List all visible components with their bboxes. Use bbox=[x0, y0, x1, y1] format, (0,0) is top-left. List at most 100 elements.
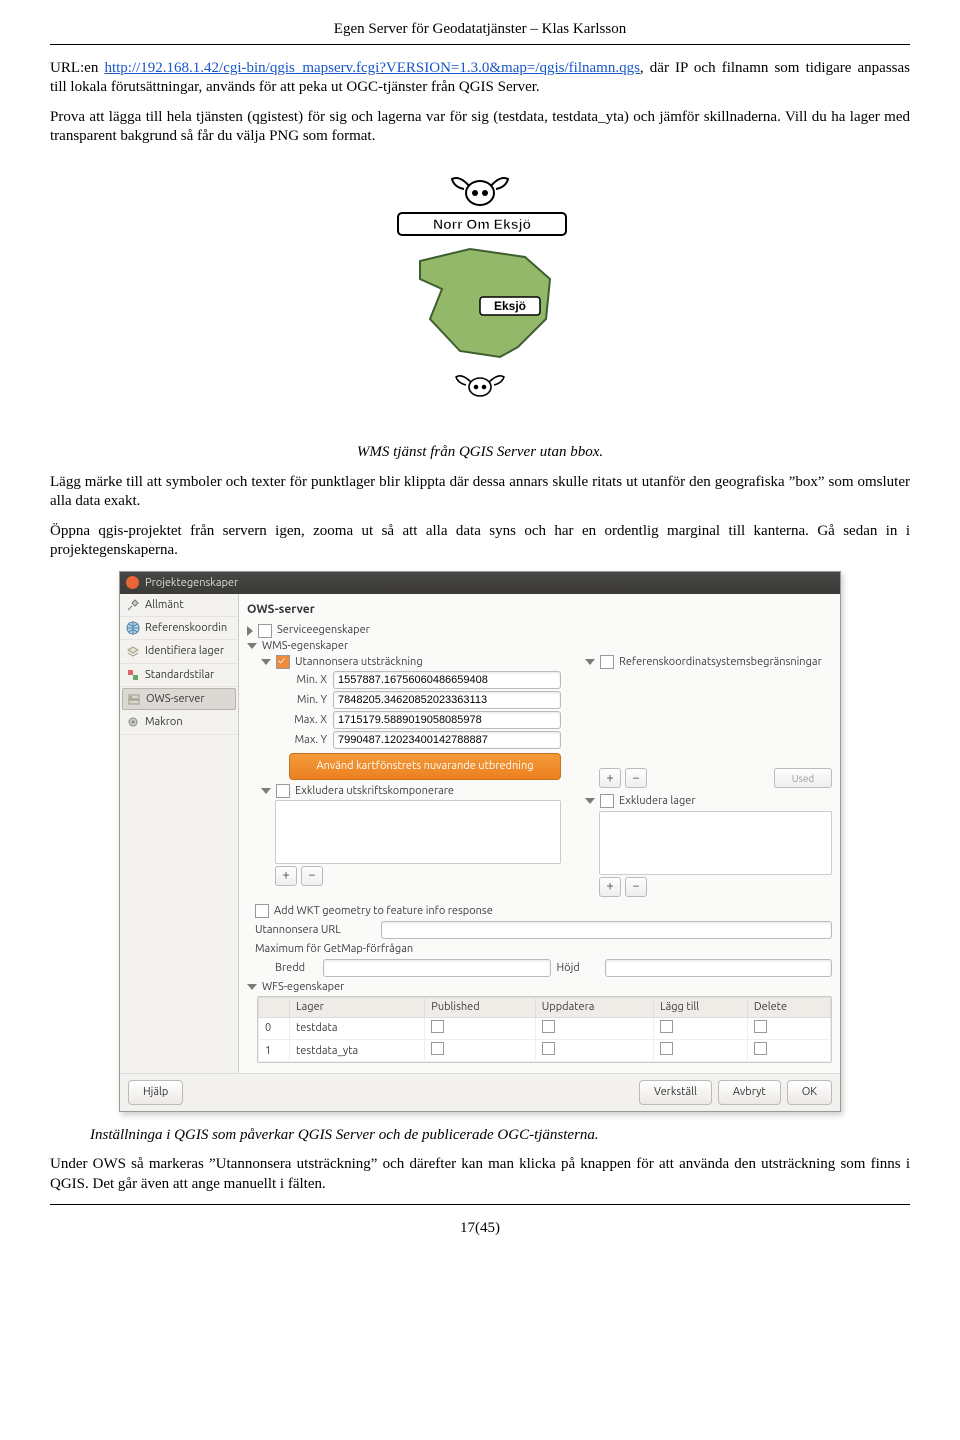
minx-input[interactable] bbox=[333, 671, 561, 689]
apply-button[interactable]: Verkställ bbox=[639, 1080, 712, 1104]
sidebar-item-macros[interactable]: Makron bbox=[120, 711, 238, 734]
sidebar-item-general[interactable]: Allmänt bbox=[120, 594, 238, 617]
exclude-layers-list[interactable] bbox=[599, 811, 832, 875]
used-button[interactable]: Used bbox=[774, 768, 832, 788]
sidebar-item-ows[interactable]: OWS-server bbox=[122, 688, 236, 710]
advertise-extent-row[interactable]: Utannonsera utsträckning bbox=[261, 655, 561, 669]
chevron-down-icon bbox=[585, 659, 595, 665]
checkbox[interactable] bbox=[255, 904, 269, 918]
paragraph-3: Lägg märke till att symboler och texter … bbox=[50, 473, 910, 512]
checkbox-checked[interactable] bbox=[276, 655, 290, 669]
maxx-input[interactable] bbox=[333, 711, 561, 729]
miny-row: Min. Y bbox=[289, 691, 561, 709]
url-link[interactable]: http://192.168.1.42/cgi-bin/qgis_mapserv… bbox=[104, 60, 639, 76]
wfs-col-idx bbox=[259, 998, 290, 1017]
wfs-props-row[interactable]: WFS-egenskaper bbox=[247, 980, 832, 994]
figure2-caption: Inställninga i QGIS som påverkar QGIS Se… bbox=[90, 1126, 910, 1146]
advertise-url-input[interactable] bbox=[381, 921, 832, 939]
sidebar-label: Makron bbox=[145, 715, 183, 729]
remove-button[interactable]: − bbox=[625, 768, 647, 788]
checkbox[interactable] bbox=[542, 1020, 555, 1033]
sidebar-label: Allmänt bbox=[145, 598, 184, 612]
page-number: 17(45) bbox=[50, 1219, 910, 1239]
svg-text:Eksjö: Eksjö bbox=[494, 299, 526, 313]
sidebar-item-crs[interactable]: Referenskoordin bbox=[120, 617, 238, 640]
checkbox[interactable] bbox=[754, 1042, 767, 1055]
height-label: Höjd bbox=[557, 961, 599, 975]
sidebar-item-styles[interactable]: Standardstilar bbox=[120, 664, 238, 687]
dialog-title-text: Projektegenskaper bbox=[145, 576, 238, 590]
wfs-header-row: Lager Published Uppdatera Lägg till Dele… bbox=[259, 998, 831, 1017]
table-row[interactable]: 1 testdata_yta bbox=[259, 1040, 831, 1062]
dialog-footer: Hjälp Verkställ Avbryt OK bbox=[120, 1073, 840, 1110]
checkbox[interactable] bbox=[600, 794, 614, 808]
ows-heading: OWS-server bbox=[247, 602, 832, 618]
dialog-main: OWS-server Serviceegenskaper WMS-egenska… bbox=[239, 594, 840, 1074]
footer-rule bbox=[50, 1204, 910, 1205]
exclude-composers-row[interactable]: Exkludera utskriftskomponerare bbox=[261, 784, 561, 798]
checkbox[interactable] bbox=[600, 655, 614, 669]
wms-props-label: WMS-egenskaper bbox=[262, 639, 348, 653]
wms-map-figure: Norr Om Eksjö Eksjö bbox=[50, 169, 910, 426]
row-layer-name: testdata bbox=[290, 1017, 425, 1039]
minx-label: Min. X bbox=[289, 673, 327, 687]
server-icon bbox=[127, 692, 141, 706]
table-row[interactable]: 0 testdata bbox=[259, 1017, 831, 1039]
close-icon[interactable] bbox=[126, 576, 139, 589]
width-label: Bredd bbox=[275, 961, 317, 975]
gear-icon bbox=[126, 715, 140, 729]
wfs-col-delete[interactable]: Delete bbox=[747, 998, 830, 1017]
exclude-composers-label: Exkludera utskriftskomponerare bbox=[295, 784, 454, 798]
advertise-url-row: Utannonsera URL bbox=[255, 921, 832, 939]
checkbox[interactable] bbox=[660, 1020, 673, 1033]
checkbox[interactable] bbox=[431, 1020, 444, 1033]
globe-icon bbox=[126, 621, 140, 635]
checkbox[interactable] bbox=[754, 1020, 767, 1033]
add-button[interactable]: + bbox=[599, 768, 621, 788]
checkbox[interactable] bbox=[258, 624, 272, 638]
remove-button[interactable]: − bbox=[301, 866, 323, 886]
wfs-col-insert[interactable]: Lägg till bbox=[653, 998, 747, 1017]
paragraph-2: Prova att lägga till hela tjänsten (qgis… bbox=[50, 108, 910, 147]
row-layer-name: testdata_yta bbox=[290, 1040, 425, 1062]
max-getmap-label-row: Maximum för GetMap-förfrågan bbox=[255, 942, 832, 956]
ok-button[interactable]: OK bbox=[787, 1080, 832, 1104]
row-index: 0 bbox=[259, 1017, 290, 1039]
chevron-right-icon bbox=[247, 626, 253, 636]
maxy-input[interactable] bbox=[333, 731, 561, 749]
service-props-row[interactable]: Serviceegenskaper bbox=[247, 623, 832, 637]
wms-props-row[interactable]: WMS-egenskaper bbox=[247, 639, 832, 653]
exclude-composers-list[interactable] bbox=[275, 800, 561, 864]
help-button[interactable]: Hjälp bbox=[128, 1080, 183, 1104]
miny-input[interactable] bbox=[333, 691, 561, 709]
add-wkt-label: Add WKT geometry to feature info respons… bbox=[274, 904, 493, 918]
dialog-titlebar: Projektegenskaper bbox=[120, 572, 840, 594]
wfs-col-update[interactable]: Uppdatera bbox=[535, 998, 653, 1017]
checkbox[interactable] bbox=[542, 1042, 555, 1055]
add-button[interactable]: + bbox=[275, 866, 297, 886]
chevron-down-icon bbox=[247, 984, 257, 990]
minx-row: Min. X bbox=[289, 671, 561, 689]
exclude-layers-row[interactable]: Exkludera lager bbox=[585, 794, 832, 808]
use-canvas-extent-button[interactable]: Använd kartfönstrets nuvarande utbrednin… bbox=[289, 753, 561, 779]
project-properties-dialog: Projektegenskaper Allmänt Referenskoordi… bbox=[119, 571, 841, 1112]
wfs-col-published[interactable]: Published bbox=[425, 998, 536, 1017]
add-wkt-row[interactable]: Add WKT geometry to feature info respons… bbox=[255, 904, 832, 918]
paragraph-url: URL:en http://192.168.1.42/cgi-bin/qgis_… bbox=[50, 59, 910, 98]
dialog-sidebar: Allmänt Referenskoordin Identifiera lage… bbox=[120, 594, 239, 1074]
crs-restrictions-row[interactable]: Referenskoordinatsystemsbegränsningar bbox=[585, 655, 832, 669]
add-button[interactable]: + bbox=[599, 877, 621, 897]
remove-button[interactable]: − bbox=[625, 877, 647, 897]
row-index: 1 bbox=[259, 1040, 290, 1062]
height-input[interactable] bbox=[605, 959, 833, 977]
width-input[interactable] bbox=[323, 959, 551, 977]
cancel-button[interactable]: Avbryt bbox=[718, 1080, 781, 1104]
maxx-row: Max. X bbox=[289, 711, 561, 729]
paragraph-5: Under OWS så markeras ”Utannonsera utstr… bbox=[50, 1155, 910, 1194]
checkbox[interactable] bbox=[276, 784, 290, 798]
sidebar-label: Identifiera lager bbox=[145, 644, 224, 658]
wfs-col-layer[interactable]: Lager bbox=[290, 998, 425, 1017]
checkbox[interactable] bbox=[431, 1042, 444, 1055]
checkbox[interactable] bbox=[660, 1042, 673, 1055]
sidebar-item-identify[interactable]: Identifiera lager bbox=[120, 640, 238, 663]
